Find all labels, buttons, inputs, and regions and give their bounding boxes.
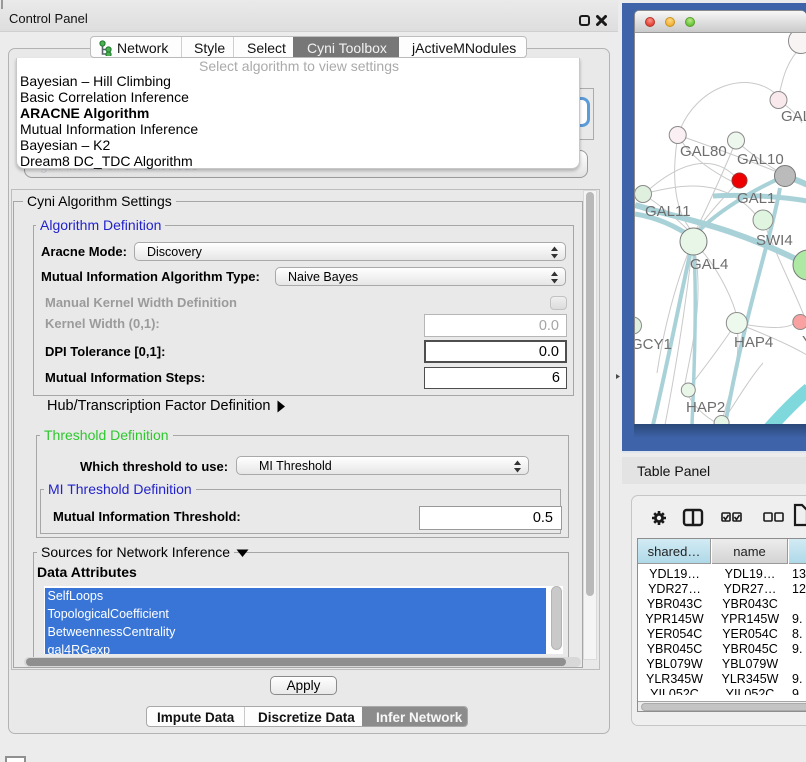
svg-text:SWI4: SWI4 [756,232,793,249]
svg-text:GAL80: GAL80 [680,143,727,160]
svg-text:GAL: GAL [781,108,806,125]
svg-text:HAP2: HAP2 [686,399,725,416]
svg-text:GAL11: GAL11 [645,203,691,220]
svg-text:GAL4: GAL4 [690,256,728,273]
svg-text:HAP4: HAP4 [734,334,773,351]
svg-text:GAL10: GAL10 [737,151,784,168]
svg-text:Y: Y [802,333,806,350]
svg-text:GAL1: GAL1 [737,190,775,207]
svg-text:GCY1: GCY1 [635,336,672,353]
